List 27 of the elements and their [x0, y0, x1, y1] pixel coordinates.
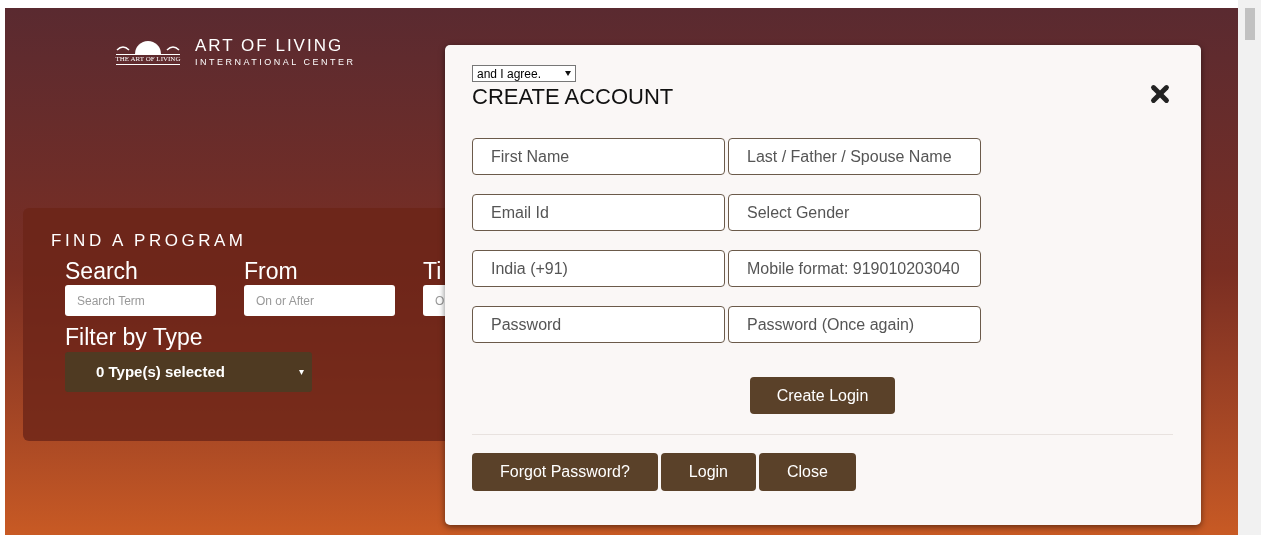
input-field[interactable]: India (+91) — [472, 250, 725, 287]
input-field[interactable]: On or After — [244, 285, 395, 316]
field-label: Ti — [423, 258, 443, 285]
create-login-button[interactable]: Create Login — [750, 377, 895, 414]
input-field[interactable]: First Name — [472, 138, 725, 175]
field-label: Filter by Type — [65, 324, 204, 351]
input-field[interactable]: Mobile format: 919010203040 — [728, 250, 981, 287]
input-field[interactable]: Select Gender — [728, 194, 981, 231]
agree-select[interactable]: and I agree. — [472, 65, 576, 82]
field-label: Search — [65, 258, 139, 285]
input-field[interactable]: Password (Once again) — [728, 306, 981, 343]
type-dropdown[interactable]: 0 Type(s) selected — [65, 352, 312, 392]
panel-heading: FIND A PROGRAM — [51, 229, 248, 252]
scrollbar-thumb[interactable] — [1244, 8, 1255, 40]
modal-button[interactable]: Login — [660, 453, 756, 491]
modal-title: CREATE ACCOUNT — [472, 83, 674, 111]
modal-button[interactable]: Close — [759, 453, 856, 491]
input-field[interactable]: Last / Father / Spouse Name — [728, 138, 981, 175]
field-label: From — [244, 258, 299, 285]
modal-button[interactable]: Forgot Password? — [472, 453, 658, 491]
site-subtitle: INTERNATIONAL CENTER — [195, 56, 356, 69]
caret-icon — [299, 369, 304, 375]
input-field[interactable]: Search Term — [65, 285, 216, 316]
caret-icon — [565, 71, 571, 76]
input-field[interactable]: Password — [472, 306, 725, 343]
site-title: ART OF LIVING — [195, 36, 345, 56]
input-field[interactable]: Email Id — [472, 194, 725, 231]
